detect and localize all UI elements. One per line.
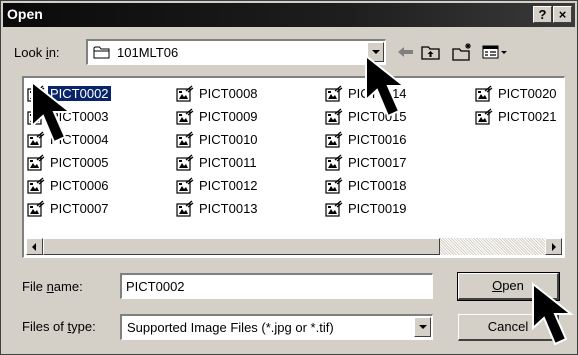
scroll-right-button[interactable] xyxy=(545,238,562,255)
file-name-label-part: ame: xyxy=(53,279,83,294)
image-file-icon xyxy=(325,85,343,102)
horizontal-scrollbar[interactable] xyxy=(26,238,562,255)
image-file-icon xyxy=(27,177,45,194)
file-item[interactable]: PICT0017 xyxy=(325,151,409,174)
file-name: PICT0008 xyxy=(199,86,258,101)
file-column: PICT0008 PICT0009 PICT0010 PICT0011 PICT… xyxy=(176,82,260,220)
title-bar[interactable]: Open ? × xyxy=(3,3,575,27)
file-item[interactable]: PICT0016 xyxy=(325,128,409,151)
new-folder-icon[interactable] xyxy=(450,41,474,63)
help-button[interactable]: ? xyxy=(533,6,552,23)
dialog-title: Open xyxy=(7,6,43,22)
look-in-label: Look in: xyxy=(14,45,60,60)
file-item[interactable]: PICT0013 xyxy=(176,197,260,220)
file-name: PICT0016 xyxy=(348,132,407,147)
image-file-icon xyxy=(475,85,493,102)
open-button-accel: O xyxy=(492,278,503,293)
scroll-thumb[interactable] xyxy=(43,238,440,255)
file-name: PICT0005 xyxy=(50,155,109,170)
files-of-type-label-part: Files of xyxy=(22,319,68,334)
file-name: PICT0007 xyxy=(50,201,109,216)
file-name: PICT0012 xyxy=(199,178,258,193)
file-column: PICT0020 PICT0021 xyxy=(475,82,559,128)
image-file-icon xyxy=(176,200,194,217)
files-of-type-label: Files of type: xyxy=(22,319,96,334)
pointer-arrow-icon xyxy=(532,282,574,346)
pointer-arrow-icon xyxy=(365,54,407,118)
look-in-label-part: n: xyxy=(48,45,60,60)
image-file-icon xyxy=(475,108,493,125)
file-item[interactable]: PICT0011 xyxy=(176,151,260,174)
look-in-dropdown[interactable]: 101MLT06 xyxy=(86,39,386,65)
file-name-label: File name: xyxy=(22,279,83,294)
file-item[interactable]: PICT0007 xyxy=(27,197,111,220)
file-item[interactable]: PICT0005 xyxy=(27,151,111,174)
file-item[interactable]: PICT0020 xyxy=(475,82,559,105)
file-list[interactable]: PICT0002 PICT0003 PICT0004 PICT0005 PICT… xyxy=(22,76,565,258)
look-in-label-part: Look xyxy=(14,45,46,60)
file-item[interactable]: PICT0012 xyxy=(176,174,260,197)
file-item[interactable]: PICT0019 xyxy=(325,197,409,220)
image-file-icon xyxy=(325,108,343,125)
files-of-type-dropdown-button[interactable] xyxy=(414,317,431,337)
file-name-label-accel: n xyxy=(46,279,54,294)
file-item[interactable]: PICT0008 xyxy=(176,82,260,105)
files-of-type-label-part: ype: xyxy=(71,319,96,334)
scroll-left-button[interactable] xyxy=(26,238,43,255)
file-item[interactable]: PICT0021 xyxy=(475,105,559,128)
file-item[interactable]: PICT0006 xyxy=(27,174,111,197)
pointer-arrow-icon xyxy=(31,80,73,144)
image-file-icon xyxy=(176,177,194,194)
file-name: PICT0010 xyxy=(199,132,258,147)
file-name-label-part: File xyxy=(22,279,47,294)
view-menu-icon[interactable] xyxy=(480,41,510,63)
image-file-icon xyxy=(27,154,45,171)
file-name: PICT0019 xyxy=(348,201,407,216)
image-file-icon xyxy=(27,200,45,217)
up-one-level-icon[interactable] xyxy=(419,41,443,63)
file-name: PICT0011 xyxy=(199,155,257,170)
file-name: PICT0013 xyxy=(199,201,258,216)
file-item[interactable]: PICT0018 xyxy=(325,174,409,197)
image-file-icon xyxy=(176,85,194,102)
folder-icon xyxy=(93,45,111,59)
files-of-type-dropdown[interactable]: Supported Image Files (*.jpg or *.tif) xyxy=(120,314,433,340)
close-button[interactable]: × xyxy=(553,6,572,23)
image-file-icon xyxy=(176,108,194,125)
image-file-icon xyxy=(176,131,194,148)
image-file-icon xyxy=(325,177,343,194)
look-in-value: 101MLT06 xyxy=(117,45,179,60)
open-button-label: pen xyxy=(502,278,524,293)
image-file-icon xyxy=(325,200,343,217)
image-file-icon xyxy=(176,154,194,171)
file-name: PICT0021 xyxy=(498,109,557,124)
files-of-type-value: Supported Image Files (*.jpg or *.tif) xyxy=(127,320,334,335)
file-name: PICT0018 xyxy=(348,178,407,193)
file-item[interactable]: PICT0010 xyxy=(176,128,260,151)
file-name: PICT0017 xyxy=(348,155,407,170)
file-name: PICT0006 xyxy=(50,178,109,193)
file-name: PICT0009 xyxy=(199,109,258,124)
image-file-icon xyxy=(325,131,343,148)
open-dialog: Open ? × Look in: 101MLT06 PICT0002 PICT… xyxy=(0,0,578,355)
file-name-input[interactable] xyxy=(120,273,433,299)
image-file-icon xyxy=(325,154,343,171)
file-item[interactable]: PICT0009 xyxy=(176,105,260,128)
file-name: PICT0020 xyxy=(498,86,557,101)
